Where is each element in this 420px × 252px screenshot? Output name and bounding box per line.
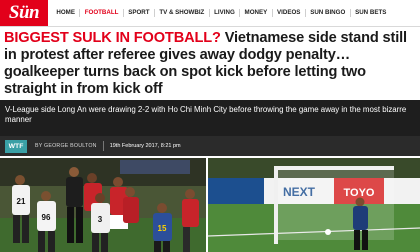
goal-net: [274, 166, 394, 244]
football: [325, 229, 331, 235]
article-image-right[interactable]: NEXT TOYO: [208, 158, 420, 252]
nav-item-football[interactable]: FOOTBALL: [80, 9, 124, 17]
standfirst-text: V-League side Long An were drawing 2-2 w…: [5, 105, 407, 124]
nav-item-tv-showbiz[interactable]: TV & SHOWBIZ: [155, 9, 210, 17]
shirt-number: 21: [17, 197, 26, 206]
nav-item-sun-bets[interactable]: SUN BETS: [351, 9, 391, 17]
nav-item-money[interactable]: MONEY: [240, 9, 273, 17]
site-logo[interactable]: Sün: [0, 0, 48, 26]
top-navigation-bar: Sün HOME FOOTBALL SPORT TV & SHOWBIZ LIV…: [0, 0, 420, 27]
nav-item-videos[interactable]: VIDEOS: [273, 9, 306, 17]
nav-item-sun-bingo[interactable]: SUN BINGO: [306, 9, 351, 17]
publish-date: 19th February 2017, 8:21 pm: [109, 143, 181, 149]
headline-kicker: BIGGEST SULK IN FOOTBALL?: [4, 30, 221, 46]
author-name[interactable]: BY GEORGE BOULTON: [35, 143, 97, 149]
article-standfirst: V-League side Long An were drawing 2-2 w…: [0, 100, 420, 136]
match-scene-right-illustration: NEXT TOYO: [208, 158, 420, 252]
byline-divider: [102, 141, 104, 151]
shirt-number: 96: [42, 213, 51, 222]
byline-bar: WTF BY GEORGE BOULTON 19th February 2017…: [0, 136, 420, 156]
shirt-number: 3: [98, 215, 103, 224]
nav-item-home[interactable]: HOME: [52, 9, 81, 17]
nav-item-living[interactable]: LIVING: [210, 9, 241, 17]
nav-item-sport[interactable]: SPORT: [124, 9, 155, 17]
shirt-number: 15: [158, 224, 167, 233]
section-badge[interactable]: WTF: [5, 139, 27, 153]
article-image-left[interactable]: 21 96 3 15: [0, 158, 206, 252]
article-headline: BIGGEST SULK IN FOOTBALL? Vietnamese sid…: [4, 30, 418, 98]
nav-menu: HOME FOOTBALL SPORT TV & SHOWBIZ LIVING …: [52, 0, 391, 26]
match-scene-left-illustration: 21 96 3 15: [0, 158, 206, 252]
